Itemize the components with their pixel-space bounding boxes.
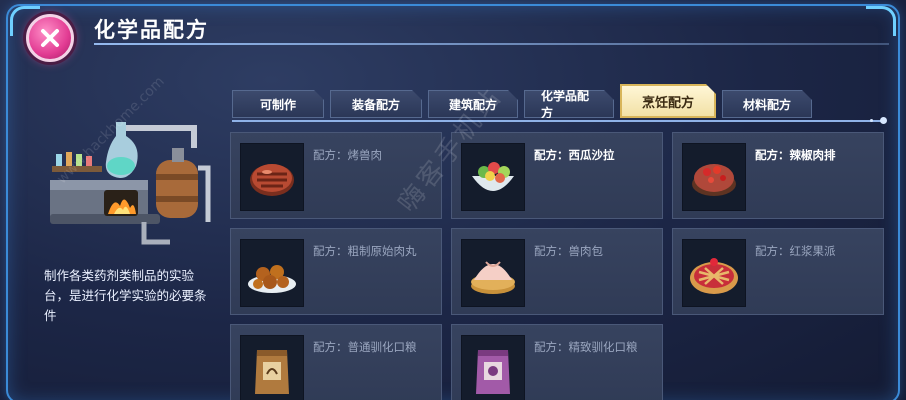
station-description: 制作各类药剂类制品的实验台，是进行化学实验的必要条件 [44, 268, 207, 323]
frame-corner-top-right [866, 6, 896, 36]
recipe-tabs: 可制作 装备配方 建筑配方 化学品配方 烹饪配方 材料配方 [232, 88, 818, 118]
recipe-icon-slot [461, 143, 525, 211]
tab-craftable[interactable]: 可制作 [232, 90, 324, 118]
recipe-icon-slot [240, 143, 304, 211]
recipe-icon-slot [682, 143, 746, 211]
page-title: 化学品配方 [94, 18, 209, 42]
tab-underline [232, 120, 886, 122]
recipe-label: 配方：粗制原始肉丸 [313, 244, 417, 258]
recipe-label: 配方：精致驯化口粮 [534, 340, 638, 354]
berry-pie-icon [690, 258, 738, 294]
title-divider [94, 43, 889, 45]
recipe-card-fine-ration[interactable]: 配方：精致驯化口粮 [451, 324, 663, 400]
recipe-card-berry-pie[interactable]: 配方：红浆果派 [672, 228, 884, 315]
roast-meat-icon [250, 164, 294, 196]
recipe-label: 配方：烤兽肉 [313, 148, 382, 162]
recipe-icon-slot [461, 239, 525, 307]
tab-chemical-recipes[interactable]: 化学品配方 [524, 90, 614, 118]
recipe-card-chili-steak[interactable]: 配方：辣椒肉排 [672, 132, 884, 219]
meat-bun-icon [471, 261, 515, 294]
recipe-card-meatball[interactable]: 配方：粗制原始肉丸 [230, 228, 442, 315]
recipe-icon-slot [240, 239, 304, 307]
tab-equipment-recipes[interactable]: 装备配方 [330, 90, 422, 118]
recipe-card-meat-bun[interactable]: 配方：兽肉包 [451, 228, 663, 315]
recipe-label: 配方：红浆果派 [755, 244, 836, 258]
recipe-icon-slot [461, 335, 525, 400]
tab-material-recipes[interactable]: 材料配方 [722, 90, 812, 118]
common-ration-icon [255, 350, 289, 394]
chemistry-station-image [50, 122, 211, 245]
close-button[interactable] [26, 14, 74, 62]
tab-cooking-recipes[interactable]: 烹饪配方 [620, 84, 716, 118]
close-icon [41, 29, 59, 47]
recipe-label: 配方：辣椒肉排 [755, 148, 836, 162]
meatball-icon [248, 265, 296, 293]
chili-steak-icon [692, 164, 736, 196]
watermelon-salad-icon [472, 162, 514, 191]
tab-underline-dot [880, 117, 887, 124]
recipe-label: 配方：普通驯化口粮 [313, 340, 417, 354]
recipe-grid: 配方：烤兽肉 配方：西瓜沙拉 配方：辣椒肉排 配方：粗制原始肉丸 配方：兽肉包 … [230, 132, 884, 400]
recipe-icon-slot [682, 239, 746, 307]
recipe-card-common-ration[interactable]: 配方：普通驯化口粮 [230, 324, 442, 400]
tab-underline-dot-small [870, 119, 873, 122]
recipe-icon-slot [240, 335, 304, 400]
recipe-label: 配方：兽肉包 [534, 244, 603, 258]
fine-ration-icon [476, 350, 510, 394]
recipe-label: 配方：西瓜沙拉 [534, 148, 615, 162]
recipe-card-watermelon-salad[interactable]: 配方：西瓜沙拉 [451, 132, 663, 219]
